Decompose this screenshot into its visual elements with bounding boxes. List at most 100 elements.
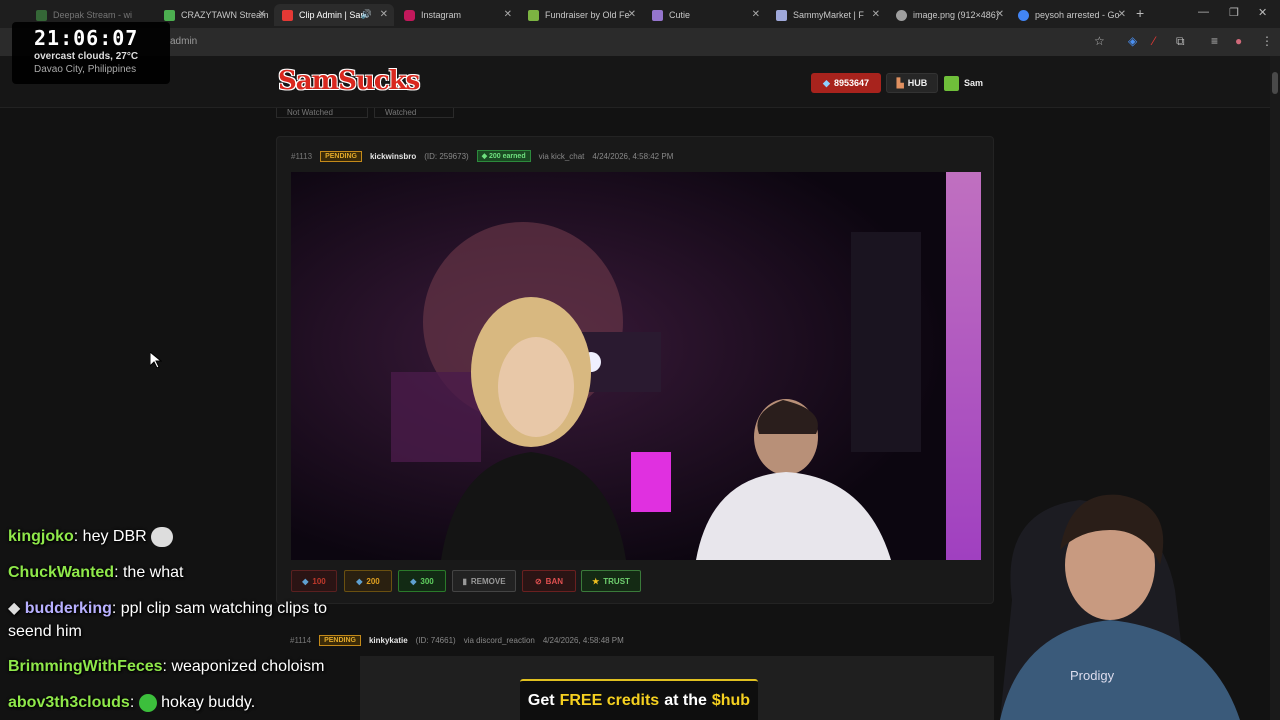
hub-button[interactable]: ▙ HUB xyxy=(886,73,938,93)
user-menu-button[interactable]: Sam xyxy=(944,73,994,93)
earned-badge: ◆ 200 earned xyxy=(476,150,531,162)
clip-id: #1113 xyxy=(291,151,313,161)
menu-kebab-icon[interactable]: ⋮ xyxy=(1261,34,1273,48)
close-window-icon[interactable]: ✕ xyxy=(1258,6,1267,19)
clock-weather-overlay: 21:06:07 overcast clouds, 27°C Davao Cit… xyxy=(12,22,170,84)
browser-tab-active[interactable]: Clip Admin | Sam 🔊 ✕ xyxy=(274,4,394,26)
tab-label: peysoh arrested - Go xyxy=(1035,10,1120,20)
trash-icon: ▮ xyxy=(462,576,467,586)
browser-tab[interactable]: peysoh arrested - Go ✕ xyxy=(1010,4,1132,26)
location-text: Davao City, Philippines xyxy=(34,64,137,75)
chat-text-continued: seend him xyxy=(8,623,82,640)
user-name: Sam xyxy=(964,78,984,88)
green-emote-icon xyxy=(138,693,157,712)
tab-close-icon[interactable]: ✕ xyxy=(628,9,636,20)
ban-button[interactable]: ⊘ BAN xyxy=(522,570,576,592)
tab-favicon-icon xyxy=(652,9,663,21)
tab-label: Instagram xyxy=(421,10,462,20)
browser-tab[interactable]: SammyMarket | F ✕ xyxy=(768,4,886,26)
ban-icon: ⊘ xyxy=(534,576,542,586)
tab-favicon-icon xyxy=(896,9,907,21)
streamer-webcam: Prodigy xyxy=(960,470,1280,720)
banner-text: at the xyxy=(664,691,707,709)
balance-value: 8953647 xyxy=(833,78,869,88)
filter-label: Watched xyxy=(385,108,417,117)
chat-username: abov3th3clouds xyxy=(8,694,130,711)
clip-date: 4/24/2026, 4:58:48 PM xyxy=(542,636,624,645)
panda-emote-icon xyxy=(151,526,174,547)
earned-label: 200 earned xyxy=(489,153,526,160)
browser-tab[interactable]: Cutie ✕ xyxy=(644,4,766,26)
clip-source: via kick_chat xyxy=(538,151,585,161)
action-label: REMOVE xyxy=(470,576,506,586)
extensions-puzzle-icon[interactable]: ⧉ xyxy=(1176,34,1185,49)
browser-tab[interactable]: CRAZYTAWN Stream ✕ xyxy=(156,4,272,26)
chat-text: ppl clip sam watching clips to xyxy=(120,600,328,617)
trust-button[interactable]: ★ TRUST xyxy=(581,570,641,592)
star-icon: ★ xyxy=(592,576,600,586)
site-logo[interactable]: SamSucks xyxy=(278,66,420,96)
chat-username: BrimmingWithFeces xyxy=(8,658,163,675)
tab-label: SammyMarket | F xyxy=(793,10,864,20)
profile-icon[interactable]: ● xyxy=(1235,34,1242,48)
chat-text: the what xyxy=(122,564,184,581)
credits-balance-button[interactable]: ◆ 8953647 xyxy=(811,73,881,93)
avatar xyxy=(944,75,959,91)
reward-300-button[interactable]: ◆ 300 xyxy=(398,570,446,592)
clip-user-id: (ID: 74661) xyxy=(415,636,456,645)
tab-close-icon[interactable]: ✕ xyxy=(872,9,880,20)
clip-username[interactable]: kinkykatie xyxy=(369,636,408,645)
chat-message: ◆ budderking: ppl clip sam watching clip… xyxy=(8,600,328,640)
tab-label: CRAZYTAWN Stream xyxy=(181,10,269,20)
tab-close-icon[interactable]: ✕ xyxy=(258,9,266,20)
free-credits-banner[interactable]: Get FREE credits at the $hub xyxy=(520,679,758,720)
chat-username: budderking xyxy=(24,600,112,617)
chat-text: hey DBR xyxy=(82,528,147,545)
browser-tab-bar: Deepak Stream - wi CRAZYTAWN Stream ✕ Cl… xyxy=(0,0,1280,28)
browser-tab[interactable]: Fundraiser by Old Fe ✕ xyxy=(520,4,642,26)
tab-close-icon[interactable]: ✕ xyxy=(996,9,1004,20)
tab-close-icon[interactable]: ✕ xyxy=(752,9,760,20)
tab-label: Fundraiser by Old Fe xyxy=(545,10,630,20)
tab-close-icon[interactable]: ✕ xyxy=(380,9,388,20)
filter-watched[interactable]: Watched xyxy=(374,108,454,118)
clip-source: via discord_reaction xyxy=(463,636,535,645)
tab-favicon-icon xyxy=(1018,9,1029,21)
browser-tab[interactable]: image.png (912×486) ✕ xyxy=(888,4,1010,26)
tab-close-icon[interactable]: ✕ xyxy=(504,9,512,20)
remove-button[interactable]: ▮ REMOVE xyxy=(452,570,516,592)
chat-text: weaponized choloism xyxy=(171,658,325,675)
filter-not-watched[interactable]: Not Watched xyxy=(276,108,368,118)
url-field[interactable]: admin xyxy=(170,36,197,47)
clock-time: 21:06:07 xyxy=(34,26,139,50)
weather-text: overcast clouds, 27°C xyxy=(34,51,139,62)
mouse-cursor-icon xyxy=(149,350,163,373)
tab-favicon-icon xyxy=(528,9,539,21)
minimize-icon[interactable]: — xyxy=(1198,6,1209,18)
tab-favicon-icon xyxy=(404,9,415,21)
clip-date: 4/24/2026, 4:58:42 PM xyxy=(592,151,674,161)
tab-label: image.png (912×486) xyxy=(913,10,999,20)
hub-icon: ▙ xyxy=(896,77,904,88)
action-label: TRUST xyxy=(603,576,630,586)
extension-icon[interactable]: ◈ xyxy=(1128,34,1137,48)
clip-card: #1113 PENDING kickwinsbro (ID: 259673) ◆… xyxy=(276,136,994,604)
action-label: 300 xyxy=(420,576,434,586)
tab-close-icon[interactable]: ✕ xyxy=(1118,9,1126,20)
media-controls-icon[interactable]: ≡ xyxy=(1211,34,1218,48)
chat-message: ChuckWanted: the what xyxy=(8,564,184,581)
new-tab-button[interactable]: + xyxy=(1136,5,1144,21)
browser-tab[interactable]: Instagram ✕ xyxy=(396,4,518,26)
status-badge: PENDING xyxy=(320,150,362,162)
bookmark-star-icon[interactable]: ☆ xyxy=(1094,34,1105,48)
scrollbar-thumb[interactable] xyxy=(1272,72,1278,94)
extension-icon[interactable]: ⁄ xyxy=(1153,34,1155,48)
tab-label: Clip Admin | Sam xyxy=(299,10,368,20)
stream-chat-overlay: kingjoko: hey DBR ChuckWanted: the what … xyxy=(0,520,360,720)
clip-video-player[interactable] xyxy=(291,172,981,560)
chat-text: hokay buddy. xyxy=(161,694,256,711)
speaker-icon[interactable]: 🔊 xyxy=(361,9,372,20)
restore-icon[interactable]: ❐ xyxy=(1229,6,1239,19)
clip-username[interactable]: kickwinsbro xyxy=(370,152,416,161)
clip-meta: #1113 PENDING kickwinsbro (ID: 259673) ◆… xyxy=(291,150,673,162)
